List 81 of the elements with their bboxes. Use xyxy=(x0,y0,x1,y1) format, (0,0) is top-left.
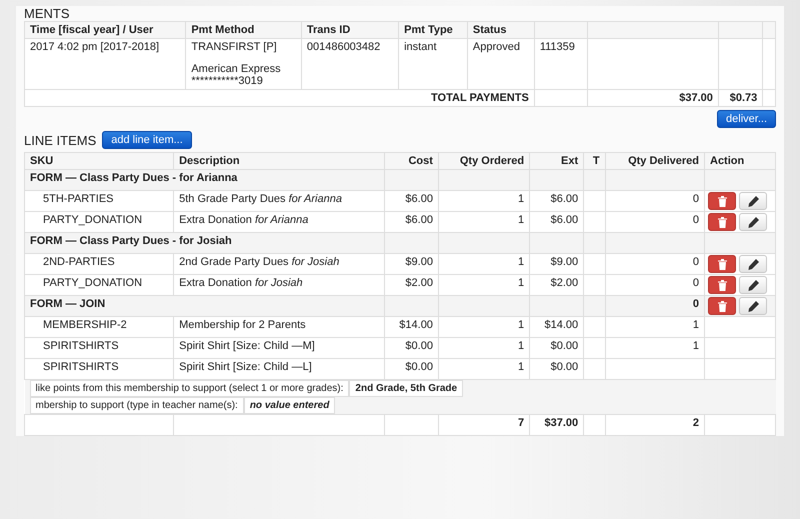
table-cell: $37.00 xyxy=(530,414,584,436)
edit-button[interactable] xyxy=(739,255,767,273)
trash-icon xyxy=(718,258,726,270)
table-cell: $0.73 xyxy=(718,90,763,106)
table-cell: 5TH-PARTIES xyxy=(24,190,174,212)
table-cell: 001486003482 xyxy=(301,38,399,90)
pencil-icon xyxy=(748,258,758,270)
delete-button[interactable] xyxy=(708,192,736,210)
edit-button[interactable] xyxy=(739,276,767,294)
table-cell: 1 xyxy=(438,190,530,212)
pencil-icon xyxy=(748,196,758,206)
table-cell: 1 xyxy=(605,338,704,358)
table-cell: $6.00 xyxy=(384,190,438,212)
table-cell: 0 xyxy=(605,296,704,316)
column-header: Time [fiscal year] / User xyxy=(24,22,186,38)
column-header: Pmt Method xyxy=(186,22,302,38)
delete-button[interactable] xyxy=(708,213,736,231)
column-header: Pmt Type xyxy=(398,22,468,38)
table-cell: $14.00 xyxy=(530,316,584,338)
delete-button[interactable] xyxy=(708,276,736,294)
column-header: T xyxy=(584,152,606,170)
add-line-item-button[interactable]: add line item... xyxy=(102,131,192,149)
section-heading: MENTS xyxy=(24,6,70,21)
table-cell: 2017 4:02 pm [2017-2018] xyxy=(24,38,186,90)
table-cell: Approved xyxy=(467,38,534,90)
section-heading: LINE ITEMS xyxy=(24,132,96,148)
pencil-icon xyxy=(748,216,758,228)
column-header: Qty Ordered xyxy=(438,152,530,170)
table-cell: 2nd Grade Party Dues for Josiah xyxy=(174,254,384,274)
column-header: Ext xyxy=(530,152,584,170)
table-cell: 1 xyxy=(438,254,530,274)
pencil-icon xyxy=(748,300,758,312)
table-cell: $9.00 xyxy=(530,254,584,274)
table-cell: $0.00 xyxy=(384,338,438,358)
table-cell: $0.00 xyxy=(530,338,584,358)
trash-icon xyxy=(718,216,726,228)
table-cell: $9.00 xyxy=(384,254,438,274)
trash-icon xyxy=(718,280,726,290)
table-cell: Membership for 2 Parents xyxy=(174,316,384,338)
delete-button[interactable] xyxy=(708,297,736,315)
column-header: Cost xyxy=(384,152,438,170)
question-label: mbership to support (type in teacher name(s): xyxy=(30,397,244,414)
pencil-icon xyxy=(748,280,758,290)
table-cell: $6.00 xyxy=(530,190,584,212)
table-cell: 5th Grade Party Dues for Arianna xyxy=(174,190,384,212)
trash-icon xyxy=(718,300,726,312)
table-cell: TRANSFIRST [P] American Express ***********3019 xyxy=(186,38,302,90)
table-cell: FORM — Class Party Dues - for Arianna xyxy=(24,170,384,190)
answer-value: 2nd Grade, 5th Grade xyxy=(349,380,464,397)
column-header: Trans ID xyxy=(301,22,399,38)
trash-icon xyxy=(718,196,726,206)
table-cell: SPIRITSHIRTS xyxy=(24,338,174,358)
question-label: like points from this membership to support (select 1 or more grades): xyxy=(30,380,350,397)
table-cell: 1 xyxy=(605,316,704,338)
table-cell: 2ND-PARTIES xyxy=(24,254,174,274)
delete-button[interactable] xyxy=(708,255,736,273)
answer-value: no value entered xyxy=(244,397,336,414)
table-cell: 111359 xyxy=(534,38,588,90)
table-cell: TOTAL PAYMENTS xyxy=(24,90,534,106)
table-cell: 0 xyxy=(605,254,704,274)
table-cell: FORM — JOIN xyxy=(24,296,384,316)
table-cell: $14.00 xyxy=(384,316,438,338)
table-cell: 1 xyxy=(438,316,530,338)
column-header: Description xyxy=(174,152,384,170)
edit-button[interactable] xyxy=(739,213,767,231)
column-header: Action xyxy=(704,152,776,170)
edit-button[interactable] xyxy=(739,297,767,315)
table-cell: MEMBERSHIP-2 xyxy=(24,316,174,338)
column-header: SKU xyxy=(24,152,174,170)
table-cell: instant xyxy=(398,38,468,90)
table-cell: 1 xyxy=(438,338,530,358)
column-header: Qty Delivered xyxy=(605,152,704,170)
deliver-button[interactable]: deliver... xyxy=(717,110,776,128)
table-cell: $37.00 xyxy=(587,90,718,106)
table-cell: 0 xyxy=(605,190,704,212)
table-cell: 2 xyxy=(605,414,704,436)
column-header: Status xyxy=(467,22,534,38)
table-cell: Spirit Shirt [Size: Child —M] xyxy=(174,338,384,358)
table-cell: 7 xyxy=(438,414,530,436)
table-cell: FORM — Class Party Dues - for Josiah xyxy=(24,232,384,254)
edit-button[interactable] xyxy=(739,192,767,210)
